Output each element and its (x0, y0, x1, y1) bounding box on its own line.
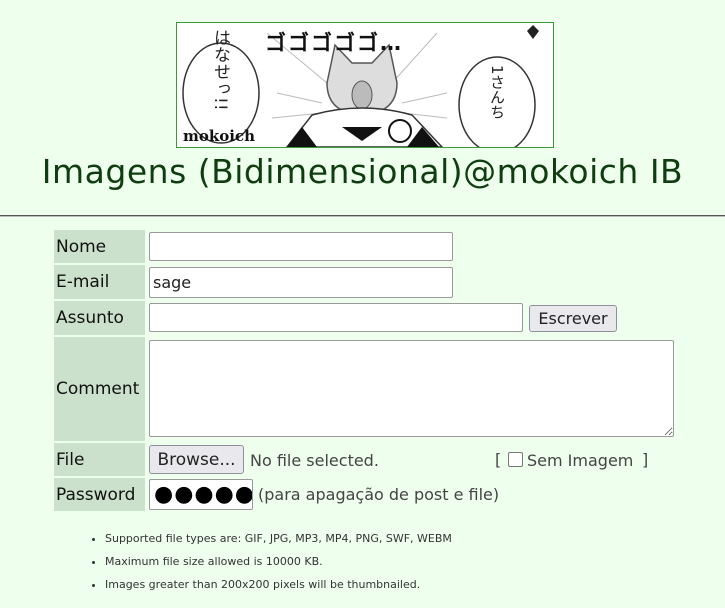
browse-button[interactable]: Browse... (149, 445, 244, 474)
email-label: E-mail (54, 265, 145, 299)
upload-notes-list: Supported file types are: GIF, JPG, MP3,… (90, 530, 452, 599)
file-label: File (54, 443, 145, 476)
note-item: Supported file types are: GIF, JPG, MP3,… (105, 530, 452, 553)
subject-input[interactable] (149, 303, 523, 332)
banner-bubble-right-text: 1さんち (488, 65, 506, 120)
divider (0, 215, 725, 217)
no-file-text: No file selected. (250, 451, 379, 470)
subject-label: Assunto (54, 301, 145, 335)
board-banner-image[interactable]: はなせっ!! 1さんち ゴゴゴゴゴ… mokoich (176, 22, 554, 148)
no-image-bracket-close: ] (642, 450, 649, 469)
name-label: Nome (54, 230, 145, 263)
password-input[interactable]: ●●●●●● (149, 479, 253, 510)
comment-textarea[interactable] (149, 340, 674, 437)
no-image-label[interactable]: Sem Imagem (527, 451, 633, 470)
note-item: Images greater than 200x200 pixels will … (105, 576, 452, 599)
password-hint: (para apagação de post e file) (258, 485, 500, 504)
no-image-bracket-open: [ (495, 450, 502, 469)
password-label: Password (54, 478, 145, 511)
banner-bubble-left-text: はなせっ!! (210, 29, 230, 111)
board-title: Imagens (Bidimensional)@mokoich IB (41, 152, 684, 191)
submit-button[interactable]: Escrever (529, 305, 617, 332)
comment-label: Comment (54, 337, 145, 441)
name-input[interactable] (149, 232, 453, 261)
banner-caption: mokoich (183, 127, 256, 145)
email-input[interactable] (149, 267, 453, 298)
no-image-checkbox[interactable] (508, 452, 523, 467)
note-item: Maximum file size allowed is 10000 KB. (105, 553, 452, 576)
banner-sfx-text: ゴゴゴゴゴ… (265, 31, 403, 55)
